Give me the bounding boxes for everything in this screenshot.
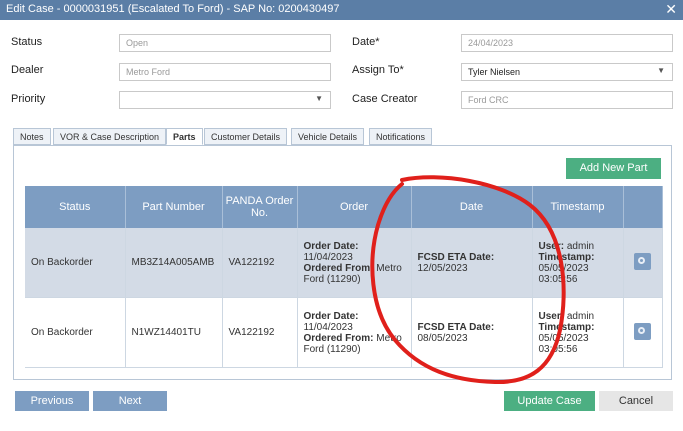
cell-timestamp: User: admin Timestamp: 05/05/2023 03:05:… (532, 228, 624, 298)
ordered-from-label: Ordered From: (303, 262, 374, 274)
cell-timestamp: User: admin Timestamp: 05/05/2023 03:05:… (532, 297, 624, 368)
settings-icon[interactable] (634, 322, 651, 340)
order-date-label: Order Date: (303, 310, 359, 322)
tab-notes[interactable]: Notes (13, 128, 51, 145)
user-label: User: (538, 310, 565, 322)
date-field[interactable]: 24/04/2023 (461, 34, 673, 52)
case-creator-field[interactable]: Ford CRC (461, 91, 673, 109)
cell-part-number: MB3Z14A005AMB (125, 228, 223, 298)
cell-actions (623, 228, 663, 298)
dealer-label: Dealer (11, 64, 44, 76)
table-row: On Backorder N1WZ14401TU VA122192 Order … (25, 297, 663, 368)
user-label: User: (538, 240, 565, 252)
cell-order: Order Date: 11/04/2023 Ordered From: Met… (297, 228, 412, 298)
cell-panda-order: VA122192 (222, 297, 298, 368)
table-header-row: Status Part Number PANDA Order No. Order… (25, 186, 663, 228)
cell-order: Order Date: 11/04/2023 Ordered From: Met… (297, 297, 412, 368)
column-header-panda-order: PANDA Order No. (222, 186, 298, 228)
cancel-button[interactable]: Cancel (599, 391, 673, 411)
cell-panda-order: VA122192 (222, 228, 298, 298)
cell-status: On Backorder (25, 228, 126, 298)
tab-parts[interactable]: Parts (166, 128, 203, 145)
cell-date: FCSD ETA Date: 08/05/2023 (411, 297, 533, 368)
status-label: Status (11, 36, 43, 48)
column-header-status: Status (25, 186, 126, 228)
add-new-part-button[interactable]: Add New Part (566, 158, 661, 179)
cell-part-number: N1WZ14401TU (125, 297, 223, 368)
assign-to-select[interactable]: Tyler Nielsen ▼ (461, 63, 673, 81)
window-titlebar: Edit Case - 0000031951 (Escalated To For… (0, 0, 683, 20)
parts-table: Status Part Number PANDA Order No. Order… (25, 186, 663, 368)
tab-customer-details[interactable]: Customer Details (204, 128, 288, 145)
chevron-down-icon: ▼ (315, 94, 323, 103)
timestamp-label: Timestamp: (538, 321, 595, 333)
column-header-timestamp: Timestamp (532, 186, 624, 228)
order-date-value: 11/04/2023 (303, 251, 353, 263)
cell-status: On Backorder (25, 297, 126, 368)
cell-date: FCSD ETA Date: 12/05/2023 (411, 228, 533, 298)
case-creator-label: Case Creator (352, 93, 418, 105)
timestamp-label: Timestamp: (538, 251, 595, 263)
tab-vor-case-description[interactable]: VOR & Case Description (53, 128, 167, 145)
dealer-field[interactable]: Metro Ford (119, 63, 331, 81)
cell-actions (623, 297, 663, 368)
priority-select[interactable]: ▼ (119, 91, 331, 109)
timestamp-value: 05/05/2023 03:05:56 (538, 332, 589, 355)
tab-notifications[interactable]: Notifications (369, 128, 433, 145)
tab-vehicle-details[interactable]: Vehicle Details (291, 128, 365, 145)
timestamp-value: 05/05/2023 03:05:56 (538, 262, 589, 285)
status-field[interactable]: Open (119, 34, 331, 52)
column-header-order: Order (297, 186, 412, 228)
column-header-actions (623, 186, 663, 228)
previous-button[interactable]: Previous (15, 391, 89, 411)
eta-label: FCSD ETA Date: (417, 321, 495, 333)
order-date-label: Order Date: (303, 240, 359, 252)
chevron-down-icon: ▼ (657, 66, 665, 75)
table-row: On Backorder MB3Z14A005AMB VA122192 Orde… (25, 228, 663, 298)
assign-to-label: Assign To* (352, 64, 404, 76)
column-header-part-number: Part Number (125, 186, 223, 228)
close-icon[interactable]: ✕ (665, 1, 677, 18)
assign-to-value: Tyler Nielsen (468, 67, 521, 77)
eta-value: 08/05/2023 (417, 332, 468, 344)
eta-label: FCSD ETA Date: (417, 251, 495, 263)
user-value: admin (566, 240, 595, 252)
update-case-button[interactable]: Update Case (504, 391, 595, 411)
window-title: Edit Case - 0000031951 (Escalated To For… (6, 3, 340, 15)
settings-icon[interactable] (634, 252, 651, 270)
user-value: admin (566, 310, 595, 322)
date-label: Date* (352, 36, 380, 48)
next-button[interactable]: Next (93, 391, 167, 411)
column-header-date: Date (411, 186, 533, 228)
ordered-from-label: Ordered From: (303, 332, 374, 344)
priority-label: Priority (11, 93, 46, 105)
order-date-value: 11/04/2023 (303, 321, 353, 333)
eta-value: 12/05/2023 (417, 262, 468, 274)
